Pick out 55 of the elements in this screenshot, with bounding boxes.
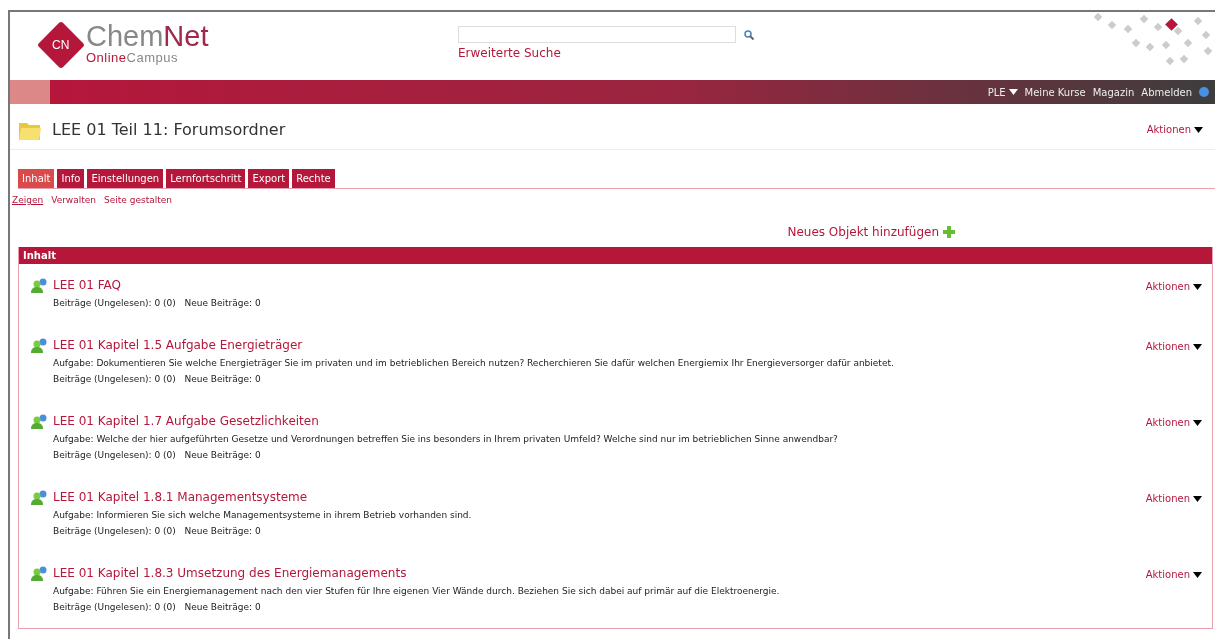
- sub-tab[interactable]: Zeigen: [12, 195, 44, 205]
- plus-icon: [943, 226, 955, 238]
- actions-menu[interactable]: Aktionen: [1146, 124, 1203, 135]
- add-object-link[interactable]: Neues Objekt hinzufügen: [787, 225, 955, 239]
- advanced-search-link[interactable]: Erweiterte Suche: [458, 46, 754, 60]
- caret-icon: [1193, 495, 1202, 502]
- sub-tab[interactable]: Seite gestalten: [104, 195, 172, 205]
- caret-icon: [1008, 89, 1018, 95]
- panel-title: Inhalt: [19, 247, 1212, 264]
- forum-stats: Beiträge (Ungelesen): 0 (0) Neue Beiträge: 0: [53, 298, 262, 308]
- caret-icon: [1193, 343, 1202, 350]
- forum-title-link[interactable]: LEE 01 Kapitel 1.5 Aufgabe Energieträger: [53, 338, 1140, 352]
- actions-menu[interactable]: Aktionen: [1145, 417, 1202, 428]
- caret-icon: [1193, 283, 1202, 290]
- forum-description: Aufgabe: Informieren Sie sich welche Managementsysteme in ihrem Betrieb vorhanden sind.: [53, 510, 473, 520]
- sub-tab[interactable]: Verwalten: [51, 195, 96, 205]
- forum-users-icon: [31, 414, 47, 429]
- logo-mark: CN: [36, 20, 86, 70]
- forum-description: Aufgabe: Führen Sie ein Energiemanagement nach den vier Stufen für Ihre eigenen Vier Wände durch. Beziehen Sie sich dabei auf primär auf die Elektroenergie.: [53, 586, 781, 596]
- nav-link[interactable]: PLE: [987, 86, 1018, 98]
- logo-name: ChemNet: [86, 22, 209, 51]
- forum-description: Aufgabe: Welche der hier aufgeführten Gesetze und Verordnungen betreffen Sie ins besonders in Ihrem privaten Umfeld? Welche sind nur im betrieblichen Sinne anwendbar?: [53, 434, 839, 444]
- forum-stats: Beiträge (Ungelesen): 0 (0) Neue Beiträge: 0: [53, 602, 262, 612]
- tab[interactable]: Export: [248, 169, 290, 188]
- forum-title-link[interactable]: LEE 01 Kapitel 1.8.3 Umsetzung des Energiemanagements: [53, 566, 1140, 580]
- forum-users-icon: [31, 278, 47, 293]
- nav-link[interactable]: Abmelden: [1141, 86, 1192, 98]
- forum-description: Aufgabe: Dokumentieren Sie welche Energieträger Sie im privaten und im betrieblichen Bereich nutzen? Recherchieren Sie dafür welchen Energiemix Ihr Energieversorger dafür anbietet.: [53, 358, 895, 368]
- search-icon[interactable]: [744, 29, 754, 40]
- tab[interactable]: Rechte: [292, 169, 335, 188]
- nav-link[interactable]: Meine Kurse: [1024, 86, 1086, 98]
- forum-users-icon: [31, 490, 47, 505]
- forum-users-icon: [31, 338, 47, 353]
- forum-title-link[interactable]: LEE 01 FAQ: [53, 278, 1140, 292]
- tab[interactable]: Lernfortschritt: [166, 169, 246, 188]
- forum-title-link[interactable]: LEE 01 Kapitel 1.8.1 Managementsysteme: [53, 490, 1140, 504]
- tab[interactable]: Einstellungen: [87, 169, 164, 188]
- actions-menu[interactable]: Aktionen: [1145, 569, 1202, 580]
- actions-menu[interactable]: Aktionen: [1145, 493, 1202, 504]
- forum-stats: Beiträge (Ungelesen): 0 (0) Neue Beiträge: 0: [53, 526, 262, 536]
- forum-title-link[interactable]: LEE 01 Kapitel 1.7 Aufgabe Gesetzlichkeiten: [53, 414, 1140, 428]
- forum-stats: Beiträge (Ungelesen): 0 (0) Neue Beiträge: 0: [53, 450, 262, 460]
- caret-icon: [1194, 126, 1203, 133]
- nav-link[interactable]: Magazin: [1092, 86, 1135, 98]
- search-field[interactable]: [458, 26, 736, 43]
- actions-menu[interactable]: Aktionen: [1145, 341, 1202, 352]
- tab[interactable]: Info: [57, 169, 85, 188]
- forum-stats: Beiträge (Ungelesen): 0 (0) Neue Beiträge: 0: [53, 374, 262, 384]
- logo-tagline: OnlineCampus: [86, 51, 179, 64]
- page-title: LEE 01 Teil 11: Forumsordner: [52, 120, 287, 139]
- tab[interactable]: Inhalt: [18, 169, 55, 188]
- actions-menu[interactable]: Aktionen: [1145, 281, 1202, 292]
- caret-icon: [1193, 419, 1202, 426]
- forum-users-icon: [31, 566, 47, 581]
- caret-icon: [1193, 571, 1202, 578]
